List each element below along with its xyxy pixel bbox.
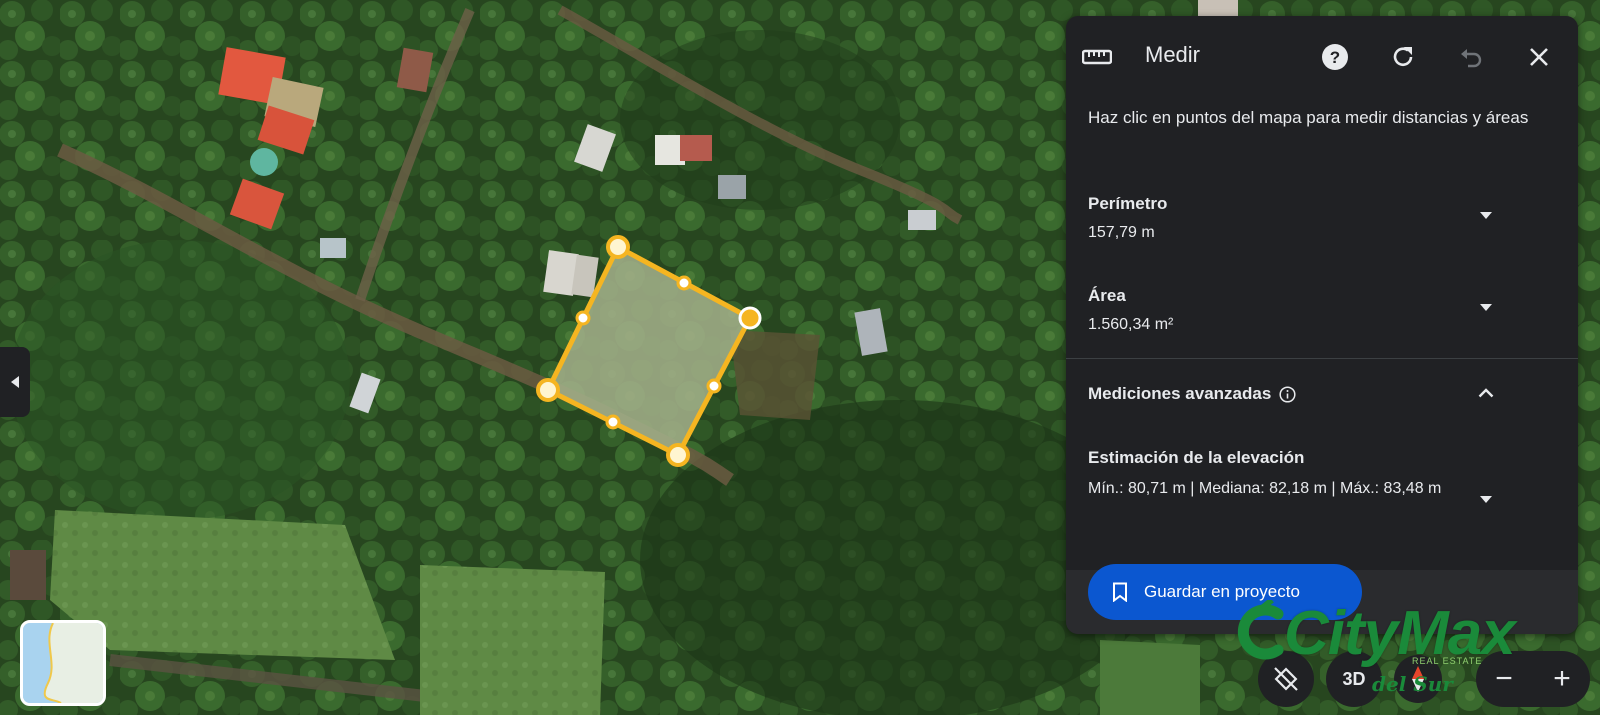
advanced-collapse-button[interactable] xyxy=(1473,380,1499,406)
chevron-left-icon xyxy=(11,376,19,388)
citymax-logo-icon xyxy=(1237,600,1284,660)
bookmark-icon xyxy=(1112,582,1128,602)
perimeter-expand-button[interactable] xyxy=(1473,202,1499,228)
section-divider xyxy=(1066,358,1578,359)
watermark-tag: REAL ESTATE xyxy=(1412,656,1483,666)
perimeter-value: 157,79 m xyxy=(1088,224,1155,241)
reset-icon[interactable] xyxy=(1386,40,1420,74)
area-value: 1.560,34 m² xyxy=(1088,316,1174,333)
elevation-value: Mín.: 80,71 m | Mediana: 82,18 m | Máx.:… xyxy=(1088,480,1442,497)
info-icon[interactable] xyxy=(1279,385,1296,403)
advanced-measurements-label: Mediciones avanzadas xyxy=(1088,384,1272,403)
collapse-sidebar-button[interactable] xyxy=(0,347,30,417)
measure-panel: Medir ? Haz clic en puntos del mapa para… xyxy=(1066,16,1578,634)
perimeter-label: Perímetro xyxy=(1088,194,1168,213)
chevron-down-icon xyxy=(1480,211,1492,219)
panel-title: Medir xyxy=(1145,42,1201,67)
minimap-image xyxy=(23,623,103,703)
close-icon[interactable] xyxy=(1522,40,1556,74)
ruler-icon xyxy=(1080,40,1114,74)
citymax-watermark: CityMax REAL ESTATE del Sur xyxy=(1232,598,1572,708)
minimap-thumbnail[interactable] xyxy=(20,620,106,706)
area-label: Área xyxy=(1088,286,1126,305)
elevation-label: Estimación de la elevación xyxy=(1088,448,1305,467)
area-expand-button[interactable] xyxy=(1473,294,1499,320)
measure-instructions: Haz clic en puntos del mapa para medir d… xyxy=(1088,108,1529,127)
panel-header: Medir ? xyxy=(1066,16,1578,96)
help-icon[interactable]: ? xyxy=(1318,40,1352,74)
elevation-expand-button[interactable] xyxy=(1473,486,1499,512)
chevron-down-icon xyxy=(1480,303,1492,311)
watermark-sub: del Sur xyxy=(1372,672,1453,696)
undo-icon[interactable] xyxy=(1454,40,1488,74)
chevron-down-icon xyxy=(1480,495,1492,503)
svg-text:?: ? xyxy=(1330,48,1340,67)
advanced-measurements-toggle[interactable]: Mediciones avanzadas xyxy=(1088,384,1296,404)
chevron-up-icon xyxy=(1478,388,1494,398)
